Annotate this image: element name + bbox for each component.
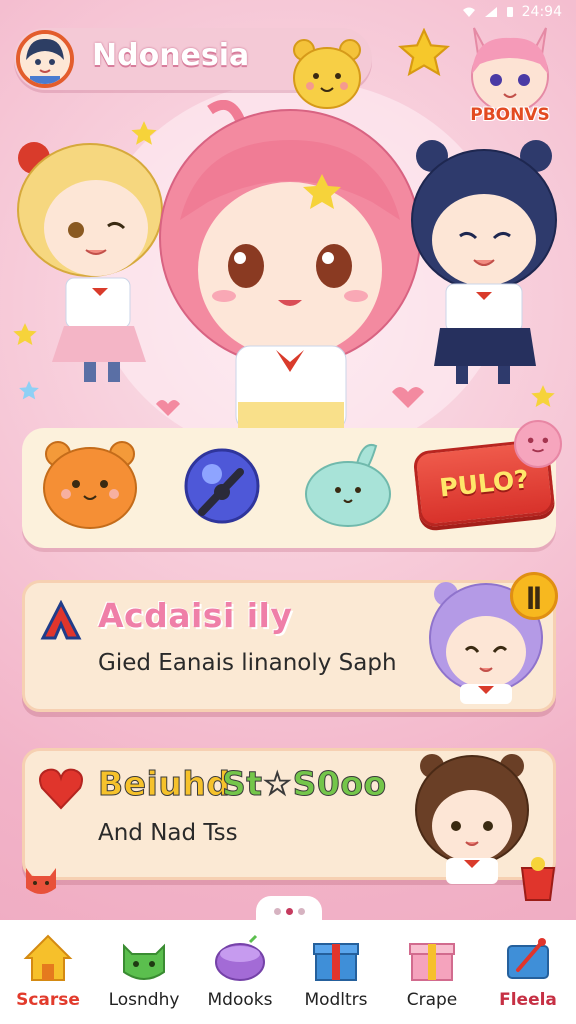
nav-label: Mdooks bbox=[207, 990, 273, 1010]
page-dot-active[interactable] bbox=[285, 907, 293, 915]
nav-item-modltrs[interactable]: Modltrs bbox=[292, 932, 380, 1010]
brown-hair-girl-character-icon bbox=[415, 754, 529, 884]
nav-label: Losndhy bbox=[108, 990, 180, 1010]
nav-item-crape[interactable]: Crape bbox=[388, 932, 476, 1010]
bottom-nav: Scarse Losndhy Mdooks Modltrs Crape Flee… bbox=[0, 920, 576, 1024]
pink-hair-girl-character-icon bbox=[159, 100, 421, 430]
avatar-face-icon bbox=[20, 34, 70, 84]
event-title-part1: Beiuhd bbox=[97, 764, 231, 804]
nav-item-scarse[interactable]: Scarse bbox=[4, 932, 92, 1010]
heart-icon bbox=[39, 768, 83, 810]
character-stage bbox=[17, 100, 557, 430]
nav-label: Fleela bbox=[499, 990, 557, 1010]
mint-bunny-item-icon[interactable] bbox=[300, 438, 396, 530]
page-dot[interactable] bbox=[297, 907, 305, 915]
pen-tablet-icon bbox=[507, 938, 549, 979]
battery-icon bbox=[506, 7, 513, 17]
purple-bowl-icon bbox=[215, 934, 265, 981]
signal-icon bbox=[484, 7, 497, 17]
blonde-girl-character-icon bbox=[17, 142, 163, 382]
pink-gift-icon bbox=[409, 943, 455, 981]
nav-label: Crape bbox=[406, 990, 458, 1010]
page-title: Ndonesia bbox=[92, 38, 250, 73]
drink-cup-icon bbox=[520, 857, 556, 901]
nav-label: Scarse bbox=[16, 990, 80, 1010]
blue-orb-item-icon[interactable] bbox=[182, 446, 262, 526]
blushing-face-icon bbox=[514, 420, 562, 468]
event-subtitle: Gied Eanais linanoly Saph bbox=[98, 650, 397, 676]
wifi-icon bbox=[462, 7, 475, 17]
heart-icon bbox=[392, 387, 424, 408]
heart-icon bbox=[156, 400, 180, 416]
avatar[interactable] bbox=[16, 30, 74, 88]
navy-hair-girl-character-icon bbox=[411, 140, 557, 384]
orange-hamster-item-icon[interactable] bbox=[38, 432, 142, 532]
triangle-a-icon bbox=[40, 600, 82, 640]
nav-item-mdooks[interactable]: Mdooks bbox=[196, 932, 284, 1010]
nav-label: Modltrs bbox=[304, 990, 368, 1010]
event-title-part2: St☆S0oo bbox=[222, 764, 387, 804]
blue-gift-icon bbox=[313, 943, 359, 981]
star-icon bbox=[398, 28, 450, 77]
nav-item-fleela[interactable]: Fleela bbox=[484, 932, 572, 1010]
page-dot[interactable] bbox=[273, 907, 281, 915]
pause-badge-icon[interactable]: ǁ bbox=[510, 572, 558, 620]
red-cat-icon bbox=[26, 868, 56, 894]
nav-item-losndhy[interactable]: Losndhy bbox=[100, 932, 188, 1010]
event-title: Acdaisi ily bbox=[98, 596, 293, 635]
event-subtitle: And Nad Tss bbox=[98, 820, 238, 846]
house-icon bbox=[23, 934, 73, 981]
green-cat-icon bbox=[123, 943, 165, 980]
